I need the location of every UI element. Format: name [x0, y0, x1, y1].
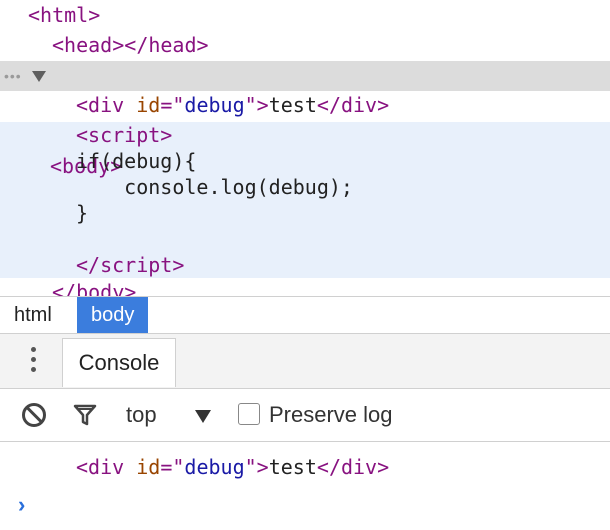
div-close-tag: /div — [328, 93, 378, 117]
body-node[interactable]: ••• <body> — [0, 61, 610, 178]
div-tag-name: div — [88, 93, 125, 117]
log-attr-value: debug — [184, 455, 245, 479]
preserve-log-label[interactable]: Preserve log — [269, 389, 393, 441]
filter-icon[interactable] — [73, 403, 97, 431]
console-output: <div id="debug">test</div> › — [0, 442, 610, 530]
head-node[interactable]: <head></head> — [0, 30, 610, 60]
ellipsis-icon[interactable]: ••• — [4, 61, 22, 91]
script-close-node[interactable]: </script> — [0, 250, 610, 280]
html-open-node[interactable]: <html> — [0, 0, 610, 30]
breadcrumb-html[interactable]: html — [0, 297, 66, 333]
context-selector[interactable]: top — [126, 389, 157, 441]
log-div-text: test — [268, 455, 317, 479]
log-attr-name: id — [136, 455, 161, 479]
div-text: test — [268, 93, 317, 117]
drawer-tab-bar: Console — [0, 334, 610, 389]
preserve-log-checkbox[interactable] — [238, 403, 260, 425]
script-tag-name: script — [88, 123, 161, 147]
log-div-close: /div — [328, 455, 378, 479]
elements-panel: <html> <head></head> ••• <body> <div id=… — [0, 0, 610, 296]
tab-console[interactable]: Console — [62, 338, 176, 387]
attr-name: id — [136, 93, 161, 117]
more-vertical-icon[interactable] — [31, 347, 37, 377]
console-toolbar: top Preserve log — [0, 389, 610, 442]
log-div-tag: div — [88, 455, 125, 479]
dropdown-arrow-icon[interactable] — [195, 410, 211, 423]
div-debug-node[interactable]: <div id="debug">test</div> — [0, 90, 610, 120]
breadcrumb: html body — [0, 296, 610, 334]
clear-console-icon[interactable] — [22, 403, 46, 427]
attr-value: debug — [184, 93, 245, 117]
html-tag-name: html — [40, 3, 89, 27]
breadcrumb-body[interactable]: body — [77, 297, 149, 333]
body-close-tag: /body — [64, 280, 125, 296]
console-prompt-icon[interactable]: › — [18, 492, 25, 518]
script-close-tag: /script — [88, 253, 173, 277]
head-close-tag: /head — [136, 33, 197, 57]
body-close-node[interactable]: </body> — [0, 277, 610, 296]
console-log-message[interactable]: <div id="debug">test</div> — [0, 452, 389, 482]
expand-triangle-icon[interactable] — [32, 71, 46, 82]
head-tag-name: head — [64, 33, 113, 57]
